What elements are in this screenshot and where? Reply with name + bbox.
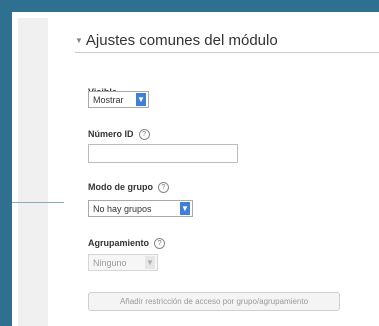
grouping-select-value: Ninguno — [93, 257, 127, 268]
chevron-down-icon[interactable]: ▼ — [180, 202, 190, 215]
help-icon[interactable]: ? — [158, 182, 169, 194]
help-icon[interactable]: ? — [154, 238, 166, 250]
section-divider — [277, 52, 379, 53]
chevron-down-icon: ▼ — [145, 256, 155, 269]
gutter-divider — [12, 202, 64, 203]
add-restriction-button: Añadir restricción de acceso por grupo/a… — [88, 292, 340, 311]
grouping-label-text: Agrupamiento — [88, 238, 150, 248]
grouping-label: Agrupamiento? — [88, 238, 166, 250]
id-number-label: Número ID? — [88, 129, 150, 141]
id-number-label-text: Número ID — [88, 129, 134, 139]
help-icon[interactable]: ? — [138, 129, 150, 141]
triangle-down-icon[interactable]: ▼ — [75, 36, 83, 45]
content-top-strip — [12, 12, 379, 18]
window-frame-top — [0, 0, 379, 12]
group-mode-label: Modo de grupo? — [88, 182, 169, 194]
section-title: Ajustes comunes del módulo — [85, 32, 278, 49]
visible-select-value: Mostrar — [93, 94, 124, 105]
group-mode-select[interactable]: No hay grupos ▼ — [88, 200, 193, 217]
visible-select[interactable]: Mostrar ▼ — [88, 91, 149, 108]
group-mode-label-text: Modo de grupo — [88, 182, 153, 192]
chevron-down-icon[interactable]: ▼ — [136, 93, 146, 106]
left-gutter — [18, 18, 48, 326]
section-header[interactable]: ▼ Ajustes comunes del módulo — [75, 32, 278, 53]
grouping-select: Ninguno ▼ — [88, 254, 158, 271]
group-mode-select-value: No hay grupos — [93, 203, 152, 214]
window-frame-left — [0, 0, 12, 326]
id-number-input[interactable] — [88, 144, 238, 163]
